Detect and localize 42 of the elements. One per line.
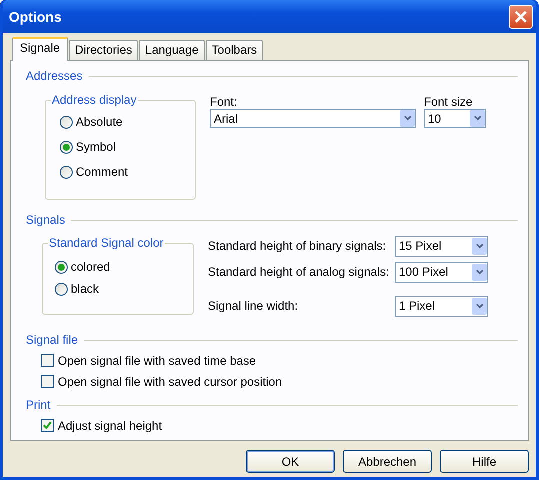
group-legend: Address display [51,93,138,107]
checkbox-label: Adjust signal height [58,418,162,432]
group-legend: Standard Signal color [48,236,165,250]
section-heading: Print [26,398,51,412]
dialog-button[interactable]: OK [246,450,335,473]
section-heading: Addresses [26,69,83,83]
setting-label: Standard height of binary signals: [208,239,386,253]
setting-label: Standard height of analog signals: [208,265,390,279]
checkbox-label: Open signal file with saved cursor position [58,374,282,388]
dialog-button[interactable]: Abbrechen [343,450,432,473]
field-label: Font size [424,95,474,109]
close-icon[interactable] [514,10,528,24]
radio-button[interactable] [60,140,73,154]
setting-dropdown[interactable]: 100 Pixel [395,262,488,282]
radio-label: Symbol [76,140,116,154]
font-size-dropdown[interactable]: 10 [424,109,486,128]
tab[interactable]: Language [139,40,205,60]
section-heading: Signals [26,213,66,227]
font-dropdown[interactable]: Arial [210,109,416,128]
radio-label: Comment [76,165,128,179]
window-title: Options [9,8,62,24]
dialog-button[interactable]: Hilfe [440,450,529,473]
tab[interactable]: Signale [12,37,68,61]
radio-label: black [71,282,100,296]
checkbox[interactable] [41,375,54,388]
close-button[interactable] [509,4,533,28]
radio-button[interactable] [60,166,73,178]
setting-dropdown[interactable]: 1 Pixel [395,296,488,316]
checkbox-label: Open signal file with saved time base [58,354,256,368]
checkbox[interactable] [41,354,54,367]
radio-button[interactable] [55,260,68,274]
field-label: Font: [210,95,238,109]
radio-button[interactable] [55,282,68,296]
tab[interactable]: Directories [69,40,138,60]
radio-button[interactable] [60,116,73,128]
radio-label: colored [71,260,110,274]
tab[interactable]: Toolbars [206,40,264,60]
setting-label: Signal line width: [208,299,298,313]
section-heading: Signal file [26,333,78,347]
radio-label: Absolute [76,115,123,129]
checkbox[interactable] [41,419,54,432]
setting-dropdown[interactable]: 15 Pixel [395,236,488,256]
